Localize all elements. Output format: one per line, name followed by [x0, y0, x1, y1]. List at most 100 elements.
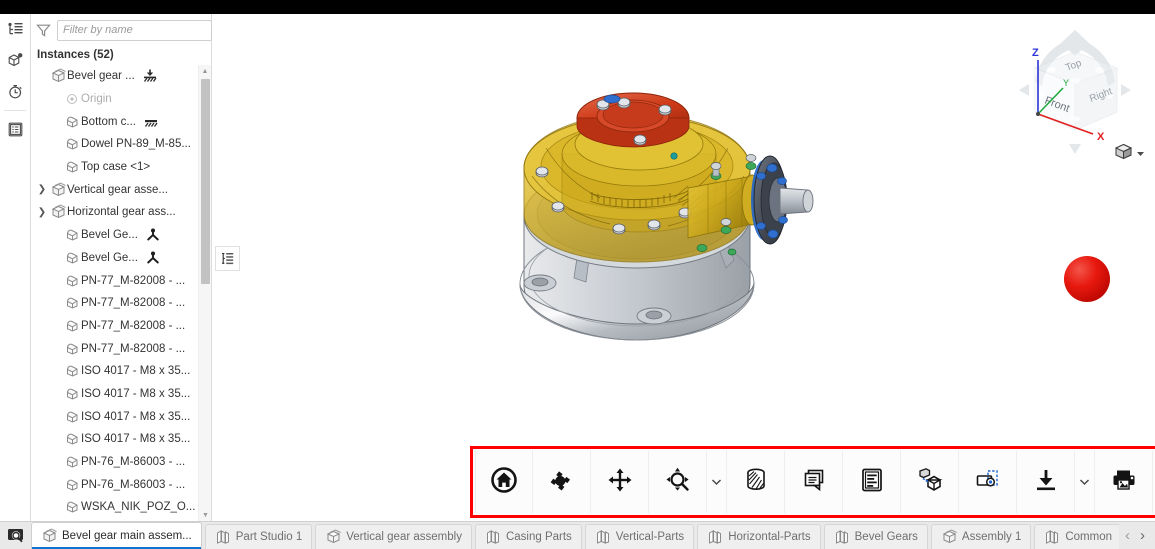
- funnel-icon[interactable]: [35, 22, 52, 39]
- history-icon[interactable]: [0, 76, 31, 107]
- assembly-icon: [49, 182, 67, 198]
- tree-item-label: Bottom c...: [81, 115, 136, 128]
- tree-item[interactable]: PN-77_M-82008 - ...: [31, 269, 197, 292]
- assembly-icon[interactable]: [0, 45, 31, 76]
- part-icon: [63, 295, 81, 311]
- expand-caret-icon[interactable]: ❯: [35, 207, 49, 218]
- download-icon: [1033, 467, 1059, 498]
- tree-item[interactable]: PN-76_M-86003 - ...: [31, 451, 197, 474]
- instances-count-header: Instances (52): [37, 49, 114, 61]
- tree-item[interactable]: Bevel gear ...: [31, 65, 197, 88]
- axis-label-z: Z: [1032, 47, 1039, 59]
- origin-icon: [63, 91, 81, 107]
- part-icon: [63, 159, 81, 175]
- measure-region-button[interactable]: [959, 451, 1017, 513]
- rotate-button[interactable]: [533, 451, 591, 513]
- bevel-gear-main-assembly-model[interactable]: [502, 48, 832, 348]
- tree-item[interactable]: Bevel Ge...: [31, 247, 197, 270]
- tree-item[interactable]: ISO 4017 - M8 x 35...: [31, 428, 197, 451]
- tree-item[interactable]: PN-77_M-82008 - ...: [31, 337, 197, 360]
- document-tab[interactable]: Common: [1034, 524, 1119, 549]
- display-mode-control[interactable]: [1114, 142, 1145, 166]
- graphics-viewport[interactable]: Top Front Right Z X Y: [212, 14, 1155, 521]
- bill-of-materials-button[interactable]: [843, 451, 901, 513]
- mate-icon[interactable]: [145, 227, 161, 243]
- exploded-views-button[interactable]: [785, 451, 843, 513]
- tab-next-button[interactable]: ›: [1136, 527, 1149, 544]
- document-tab[interactable]: Vertical-Parts: [584, 524, 695, 549]
- tree-item[interactable]: ❯ Vertical gear asse...: [31, 178, 197, 201]
- home-view-button[interactable]: [475, 451, 533, 513]
- document-tab-label: Vertical-Parts: [615, 531, 685, 543]
- assembly-icon: [941, 529, 957, 545]
- tree-item[interactable]: Bottom c...: [31, 110, 197, 133]
- document-tab-bar: Bevel gear main assem... Part Studio 1 Ver…: [0, 521, 1155, 549]
- chevron-down-icon[interactable]: [1136, 145, 1145, 163]
- tree-item[interactable]: ISO 4017 - M8 x 35...: [31, 383, 197, 406]
- export-button[interactable]: [1017, 451, 1075, 513]
- tree-item[interactable]: Bevel Ge...: [31, 224, 197, 247]
- search-input[interactable]: [57, 19, 212, 41]
- tree-item-label: PN-77_M-82008 - ...: [81, 297, 186, 310]
- tree-item[interactable]: Origin: [31, 88, 197, 111]
- tree-item[interactable]: Dowel PN-89_M-85...: [31, 133, 197, 156]
- transform-button[interactable]: [901, 451, 959, 513]
- document-tab[interactable]: Bevel Gears: [823, 524, 928, 549]
- document-tab[interactable]: Part Studio 1: [204, 524, 313, 549]
- red-sphere-marker[interactable]: [1064, 256, 1110, 302]
- document-tab[interactable]: Casing Parts: [474, 524, 582, 549]
- part-studio-icon: [595, 529, 611, 545]
- chevron-down-icon[interactable]: [1075, 451, 1095, 513]
- fixed-icon[interactable]: [143, 114, 159, 130]
- instances-tree[interactable]: Bevel gear ... Origin Bottom c... Dowel PN-…: [31, 65, 211, 521]
- shaded-cube-icon[interactable]: [1114, 142, 1133, 166]
- zoom-button[interactable]: [649, 451, 707, 513]
- assembly-icon: [49, 68, 67, 84]
- section-view-button[interactable]: [727, 451, 785, 513]
- document-tab[interactable]: Assembly 1: [930, 524, 1032, 549]
- tree-item[interactable]: ISO 4017 - M8 x 35...: [31, 360, 197, 383]
- bom-icon[interactable]: [0, 114, 31, 145]
- scrollbar-thumb[interactable]: [201, 79, 210, 284]
- document-tab[interactable]: Horizontal-Parts: [697, 524, 821, 549]
- rotate-icon: [549, 467, 575, 498]
- scroll-up-arrow-icon[interactable]: ▲: [199, 65, 211, 77]
- part-icon: [63, 136, 81, 152]
- pan-button[interactable]: [591, 451, 649, 513]
- part-icon: [63, 227, 81, 243]
- show-instances-panel-icon[interactable]: [215, 246, 240, 271]
- tree-scrollbar[interactable]: ▲ ▼: [198, 65, 211, 521]
- tree-item[interactable]: ❯ Horizontal gear ass...: [31, 201, 197, 224]
- tree-item[interactable]: WSKA_NIK_POZ_O...: [31, 496, 197, 519]
- mate-icon[interactable]: [145, 250, 161, 266]
- document-tab-label: Common: [1065, 531, 1113, 543]
- tree-item[interactable]: ISO 4017 - M8 x 35...: [31, 405, 197, 428]
- part-studio-icon: [1044, 529, 1060, 545]
- tab-prev-button[interactable]: ‹: [1121, 527, 1134, 544]
- feature-tree-icon[interactable]: [0, 14, 31, 45]
- document-tab-label: Part Studio 1: [235, 531, 303, 543]
- tree-item-label: Top case <1>: [81, 161, 151, 174]
- assembly-icon: [325, 529, 341, 545]
- part-icon: [63, 363, 81, 379]
- tree-item[interactable]: Top case <1>: [31, 156, 197, 179]
- tab-search-icon[interactable]: [0, 521, 31, 549]
- tree-item-label: Dowel PN-89_M-85...: [81, 138, 191, 151]
- document-tab[interactable]: Vertical gear assembly: [315, 524, 472, 549]
- tree-item[interactable]: PN-76_M-86003 - ...: [31, 473, 197, 496]
- document-tab-active[interactable]: Bevel gear main assem...: [31, 522, 202, 549]
- tree-item-label: WSKA_NIK_POZ_O...: [81, 501, 196, 514]
- chevron-down-icon[interactable]: [707, 451, 727, 513]
- application-window: Instances (52) Bevel gear ... Origin Botto…: [0, 0, 1155, 549]
- tree-item[interactable]: PN-77_M-82008 - ...: [31, 292, 197, 315]
- print-button[interactable]: [1095, 451, 1153, 513]
- transform-part-icon: [917, 467, 943, 498]
- part-icon: [63, 273, 81, 289]
- mate-plane-icon[interactable]: [142, 68, 158, 84]
- tree-item-label: Vertical gear asse...: [67, 183, 168, 196]
- expand-caret-icon[interactable]: ❯: [35, 184, 49, 195]
- tree-item[interactable]: PN-77_M-82008 - ...: [31, 315, 197, 338]
- filter-row: [31, 14, 231, 46]
- scroll-down-arrow-icon[interactable]: ▼: [199, 509, 211, 521]
- document-tab-label: Bevel Gears: [854, 531, 918, 543]
